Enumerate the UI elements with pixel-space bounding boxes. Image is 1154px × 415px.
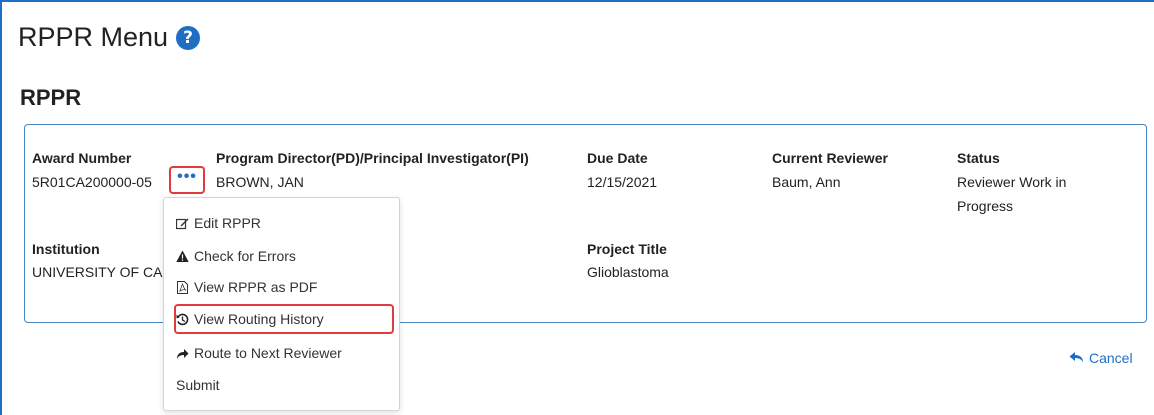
status-value-line1: Reviewer Work in bbox=[957, 174, 1067, 190]
pd-pi-label: Program Director(PD)/Principal Investiga… bbox=[216, 150, 529, 166]
due-date-value: 12/15/2021 bbox=[587, 174, 658, 190]
status-value-line2: Progress bbox=[957, 198, 1014, 214]
share-arrow-icon bbox=[176, 347, 189, 360]
actions-dropdown-menu: Edit RPPR Check for Errors View RPPR as … bbox=[163, 197, 400, 411]
pd-pi-value: BROWN, JAN bbox=[216, 174, 304, 190]
page-title-text: RPPR Menu bbox=[18, 22, 169, 52]
menu-item-label: View Routing History bbox=[194, 311, 324, 327]
project-title-label: Project Title bbox=[587, 241, 667, 257]
current-reviewer-label: Current Reviewer bbox=[772, 150, 888, 166]
menu-item-label: View RPPR as PDF bbox=[194, 279, 318, 295]
cancel-link[interactable]: Cancel bbox=[1069, 350, 1133, 366]
edit-icon bbox=[176, 217, 189, 230]
current-reviewer-value: Baum, Ann bbox=[772, 174, 841, 190]
pdf-file-icon bbox=[176, 280, 189, 294]
status-label: Status bbox=[957, 150, 1000, 166]
project-title-value: Glioblastoma bbox=[587, 264, 669, 280]
cancel-label: Cancel bbox=[1089, 350, 1133, 366]
menu-item-check-errors[interactable]: Check for Errors bbox=[176, 248, 296, 264]
menu-item-edit-rppr[interactable]: Edit RPPR bbox=[176, 215, 261, 231]
institution-value: UNIVERSITY OF CA bbox=[32, 264, 163, 280]
menu-item-label: Edit RPPR bbox=[194, 215, 261, 231]
menu-item-view-pdf[interactable]: View RPPR as PDF bbox=[176, 279, 317, 295]
due-date-label: Due Date bbox=[587, 150, 648, 166]
question-circle-icon[interactable]: ? bbox=[176, 25, 201, 50]
section-title: RPPR bbox=[20, 85, 82, 110]
menu-item-label: Submit bbox=[176, 377, 220, 393]
menu-item-route-next-reviewer[interactable]: Route to Next Reviewer bbox=[176, 345, 342, 361]
menu-item-submit[interactable]: Submit bbox=[176, 377, 220, 393]
award-number-value: 5R01CA200000-05 bbox=[32, 174, 152, 190]
page-title: RPPR Menu ? bbox=[18, 22, 201, 53]
menu-item-view-routing-history[interactable]: View Routing History bbox=[176, 311, 324, 327]
history-icon bbox=[176, 313, 189, 326]
institution-label: Institution bbox=[32, 241, 100, 257]
award-number-label: Award Number bbox=[32, 150, 132, 166]
actions-menu-button[interactable]: ••• bbox=[169, 166, 205, 194]
reply-arrow-icon bbox=[1069, 350, 1084, 366]
menu-item-label: Route to Next Reviewer bbox=[194, 345, 342, 361]
ellipsis-icon: ••• bbox=[177, 168, 197, 185]
warning-icon bbox=[176, 250, 189, 263]
menu-item-label: Check for Errors bbox=[194, 248, 296, 264]
